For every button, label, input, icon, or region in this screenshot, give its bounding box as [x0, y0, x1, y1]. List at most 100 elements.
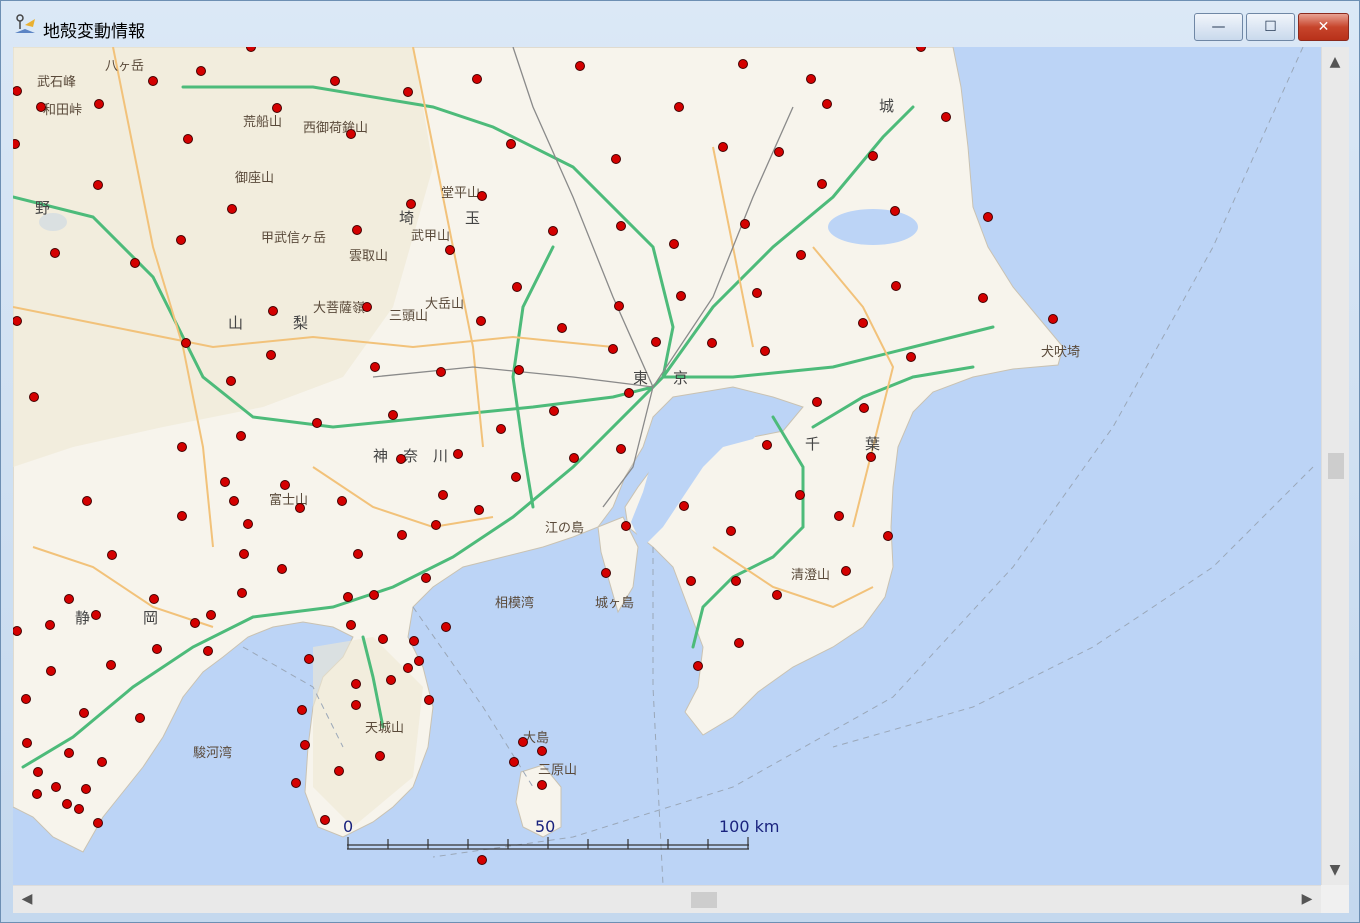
station-marker[interactable]	[866, 452, 876, 462]
station-marker[interactable]	[774, 147, 784, 157]
station-marker[interactable]	[81, 784, 91, 794]
station-marker[interactable]	[686, 576, 696, 586]
station-marker[interactable]	[203, 646, 213, 656]
station-marker[interactable]	[177, 442, 187, 452]
station-marker[interactable]	[859, 403, 869, 413]
map-view[interactable]: 武石峰 和田峠 八ヶ岳 荒船山 西御荷鉾山 御座山城玉埼堂平山 武甲山 甲武信ヶ岳 雲取山山梨大…	[13, 47, 1321, 885]
station-marker[interactable]	[537, 780, 547, 790]
station-marker[interactable]	[614, 301, 624, 311]
station-marker[interactable]	[91, 610, 101, 620]
station-marker[interactable]	[796, 250, 806, 260]
station-marker[interactable]	[386, 675, 396, 685]
station-marker[interactable]	[575, 61, 585, 71]
station-marker[interactable]	[674, 102, 684, 112]
station-marker[interactable]	[858, 318, 868, 328]
station-marker[interactable]	[33, 767, 43, 777]
station-marker[interactable]	[352, 225, 362, 235]
station-marker[interactable]	[79, 708, 89, 718]
station-marker[interactable]	[243, 519, 253, 529]
station-marker[interactable]	[707, 338, 717, 348]
station-marker[interactable]	[62, 799, 72, 809]
station-marker[interactable]	[181, 338, 191, 348]
scroll-left-arrow-icon[interactable]: ◀	[16, 888, 38, 910]
station-marker[interactable]	[752, 288, 762, 298]
station-marker[interactable]	[50, 248, 60, 258]
station-marker[interactable]	[414, 656, 424, 666]
station-marker[interactable]	[509, 757, 519, 767]
station-marker[interactable]	[616, 444, 626, 454]
station-marker[interactable]	[226, 376, 236, 386]
station-marker[interactable]	[351, 700, 361, 710]
horizontal-scroll-thumb[interactable]	[690, 892, 717, 908]
station-marker[interactable]	[436, 367, 446, 377]
station-marker[interactable]	[518, 737, 528, 747]
station-marker[interactable]	[312, 418, 322, 428]
station-marker[interactable]	[190, 618, 200, 628]
station-marker[interactable]	[106, 660, 116, 670]
title-bar[interactable]: 地殻変動情報 — ☐ ✕	[1, 1, 1359, 45]
station-marker[interactable]	[183, 134, 193, 144]
station-marker[interactable]	[277, 564, 287, 574]
station-marker[interactable]	[51, 782, 61, 792]
station-marker[interactable]	[806, 74, 816, 84]
station-marker[interactable]	[93, 180, 103, 190]
station-marker[interactable]	[64, 594, 74, 604]
station-marker[interactable]	[304, 654, 314, 664]
station-marker[interactable]	[64, 748, 74, 758]
station-marker[interactable]	[621, 521, 631, 531]
station-marker[interactable]	[97, 757, 107, 767]
station-marker[interactable]	[370, 362, 380, 372]
station-marker[interactable]	[611, 154, 621, 164]
station-marker[interactable]	[237, 588, 247, 598]
station-marker[interactable]	[82, 496, 92, 506]
station-marker[interactable]	[320, 815, 330, 825]
station-marker[interactable]	[236, 431, 246, 441]
station-marker[interactable]	[812, 397, 822, 407]
station-marker[interactable]	[369, 590, 379, 600]
station-marker[interactable]	[397, 530, 407, 540]
station-marker[interactable]	[337, 496, 347, 506]
station-marker[interactable]	[740, 219, 750, 229]
minimize-button[interactable]: —	[1194, 13, 1243, 41]
station-marker[interactable]	[1048, 314, 1058, 324]
station-marker[interactable]	[406, 199, 416, 209]
station-marker[interactable]	[32, 789, 42, 799]
station-marker[interactable]	[978, 293, 988, 303]
station-marker[interactable]	[46, 666, 56, 676]
scroll-right-arrow-icon[interactable]: ▶	[1296, 888, 1318, 910]
close-button[interactable]: ✕	[1298, 13, 1349, 41]
station-marker[interactable]	[822, 99, 832, 109]
station-marker[interactable]	[409, 636, 419, 646]
station-marker[interactable]	[549, 406, 559, 416]
station-marker[interactable]	[431, 520, 441, 530]
station-marker[interactable]	[300, 740, 310, 750]
station-marker[interactable]	[295, 503, 305, 513]
app-icon[interactable]	[13, 13, 37, 37]
station-marker[interactable]	[679, 501, 689, 511]
station-marker[interactable]	[107, 550, 117, 560]
station-marker[interactable]	[346, 129, 356, 139]
station-marker[interactable]	[351, 679, 361, 689]
station-marker[interactable]	[669, 239, 679, 249]
station-marker[interactable]	[227, 204, 237, 214]
station-marker[interactable]	[734, 638, 744, 648]
station-marker[interactable]	[291, 778, 301, 788]
station-marker[interactable]	[890, 206, 900, 216]
station-marker[interactable]	[239, 549, 249, 559]
station-marker[interactable]	[772, 590, 782, 600]
station-marker[interactable]	[130, 258, 140, 268]
station-marker[interactable]	[795, 490, 805, 500]
station-marker[interactable]	[148, 76, 158, 86]
station-marker[interactable]	[149, 594, 159, 604]
vertical-scroll-thumb[interactable]	[1328, 453, 1344, 479]
station-marker[interactable]	[841, 566, 851, 576]
station-marker[interactable]	[817, 179, 827, 189]
station-marker[interactable]	[388, 410, 398, 420]
station-marker[interactable]	[266, 350, 276, 360]
scroll-down-arrow-icon[interactable]: ▼	[1324, 859, 1346, 881]
station-marker[interactable]	[330, 76, 340, 86]
station-marker[interactable]	[74, 804, 84, 814]
station-marker[interactable]	[738, 59, 748, 69]
station-marker[interactable]	[424, 695, 434, 705]
station-marker[interactable]	[883, 531, 893, 541]
